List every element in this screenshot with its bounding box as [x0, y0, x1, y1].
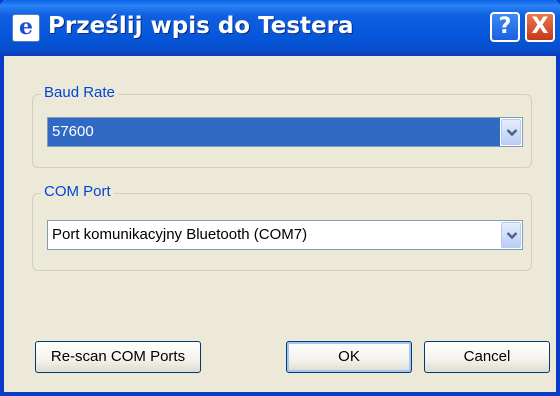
baud-rate-dropdown-button[interactable] — [501, 119, 521, 145]
window-title: Prześlij wpis do Testera — [48, 13, 354, 39]
app-e-icon: e — [12, 14, 40, 42]
com-port-dropdown-button[interactable] — [501, 222, 521, 248]
rescan-com-ports-button[interactable]: Re-scan COM Ports — [35, 341, 201, 373]
baud-rate-select[interactable]: 57600 — [47, 117, 523, 147]
title-bar[interactable]: e Prześlij wpis do Testera ? X — [0, 0, 560, 56]
chevron-down-icon — [506, 129, 518, 137]
com-port-select[interactable]: Port komunikacyjny Bluetooth (COM7) — [47, 220, 523, 250]
ok-button[interactable]: OK — [286, 341, 412, 373]
close-button[interactable]: X — [525, 12, 555, 42]
selection-highlight — [48, 118, 500, 146]
dialog-window: e Prześlij wpis do Testera ? X Baud Rate… — [0, 0, 560, 396]
baud-rate-label: Baud Rate — [41, 84, 118, 101]
com-port-label: COM Port — [41, 183, 114, 200]
com-port-group: COM Port Port komunikacyjny Bluetooth (C… — [32, 183, 532, 271]
com-port-value: Port komunikacyjny Bluetooth (COM7) — [52, 226, 308, 243]
cancel-button[interactable]: Cancel — [424, 341, 550, 373]
help-button[interactable]: ? — [490, 12, 520, 42]
chevron-down-icon — [506, 232, 518, 240]
baud-rate-value: 57600 — [52, 123, 94, 140]
baud-rate-group: Baud Rate 57600 — [32, 84, 532, 168]
